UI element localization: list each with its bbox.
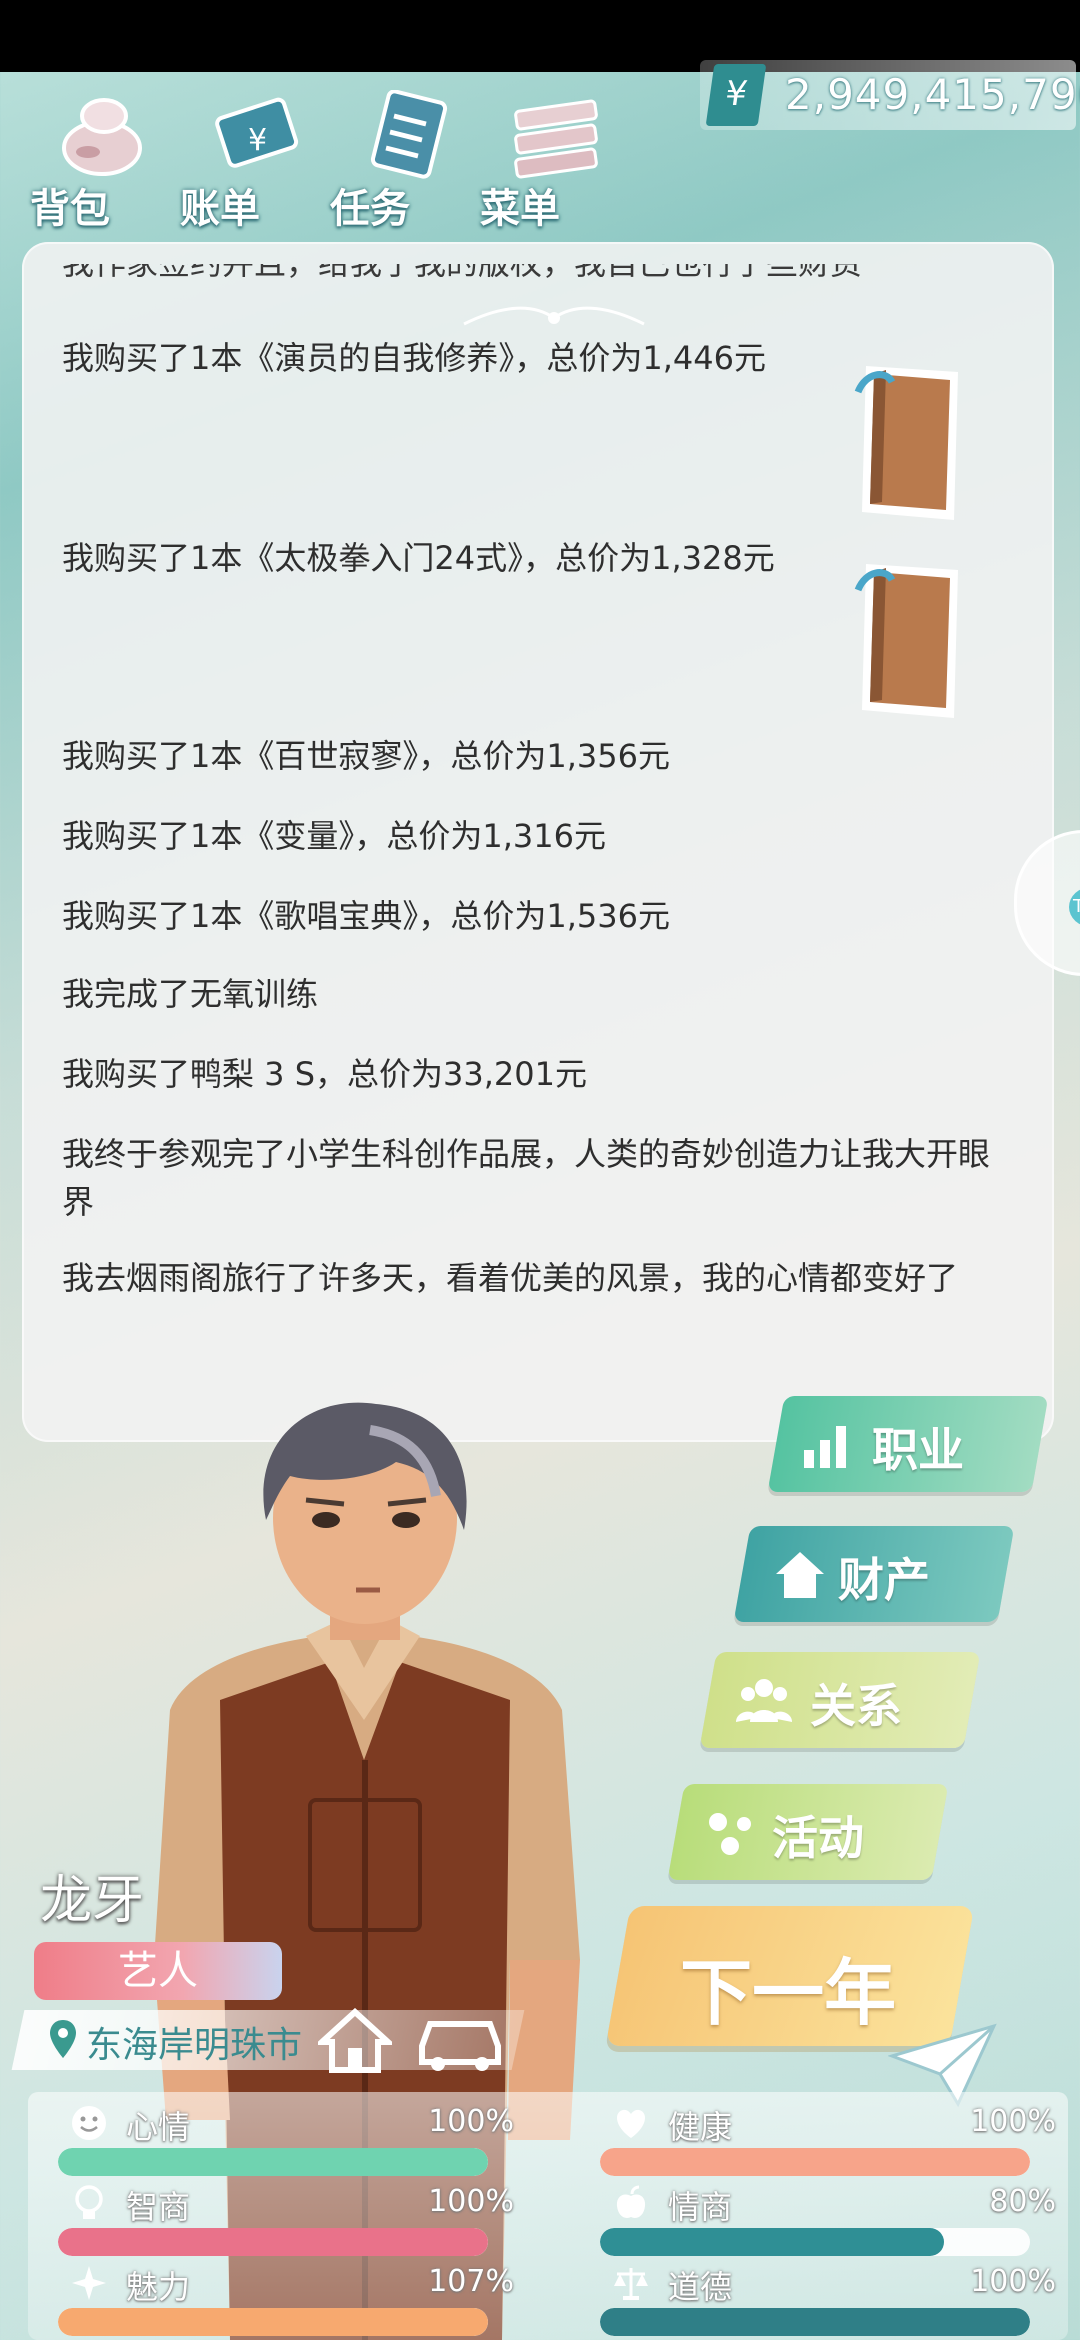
bill-icon: ¥ [215, 97, 299, 168]
log-entry: 我完成了无氧训练 [62, 975, 319, 1013]
home-icon[interactable] [318, 2008, 392, 2074]
activities-button[interactable]: 活动 [667, 1784, 949, 1880]
bulb-icon [75, 2185, 103, 2219]
stat-bar-fill [600, 2148, 1030, 2176]
stat-bar-track [600, 2228, 1030, 2256]
stat-bar-fill [58, 2308, 488, 2336]
log-entry: 我终于参观完了小学生科创作品展，人类的奇妙创造力让我大开眼界 [62, 1135, 991, 1221]
log-entry: 我去烟雨阁旅行了许多天，看着优美的风景，我的心情都变好了 [62, 1259, 959, 1297]
stat-bar-fill [600, 2228, 944, 2256]
log-entry: 我购买了1本《太极拳入门24式》，总价为1,328元 [62, 539, 775, 577]
nav-task-label: 任务 [330, 186, 410, 232]
people-icon [736, 1679, 792, 1722]
nav-bill-button[interactable]: ¥ 账单 [180, 78, 320, 232]
stat-bar-track [58, 2228, 488, 2256]
location-text: 东海岸明珠市 [86, 2025, 303, 2066]
apple-icon [616, 2185, 646, 2218]
book-icon [854, 366, 958, 520]
stat-bar-fill [600, 2308, 1030, 2336]
activities-label: 活动 [772, 1811, 864, 1865]
stat-bar-track [600, 2308, 1030, 2336]
nav-menu-button[interactable]: 菜单 [480, 78, 620, 232]
bag-icon [62, 98, 142, 176]
stat-bar-track [58, 2148, 488, 2176]
money-value: 2,949,415,796 [785, 70, 1080, 119]
assets-label: 财产 [838, 1553, 930, 1607]
heart-icon [617, 2109, 645, 2138]
log-entry: 我购买了1本《演员的自我修养》，总价为1,446元 [62, 339, 766, 377]
stat-bar-fill [58, 2148, 488, 2176]
stat-eq: 情商 80% [570, 2180, 1056, 2256]
nav-menu-label: 菜单 [480, 186, 560, 232]
task-icon [370, 90, 448, 179]
character-name: 龙牙 [40, 1871, 145, 1931]
scale-icon [614, 2268, 648, 2300]
stat-charm: 魅力 107% [28, 2260, 514, 2336]
nav-task-button[interactable]: 任务 [330, 78, 470, 232]
nav-bag-label: 背包 [30, 186, 110, 232]
event-log-panel[interactable]: 我作家签约并且，给我了我的版权，我自己也行了些财资 我购买了1本《演员的自我修养… [22, 242, 1054, 1442]
stat-morality: 道德 100% [570, 2260, 1056, 2336]
stat-health: 健康 100% [570, 2100, 1056, 2176]
log-entry: 我购买了1本《变量》，总价为1,316元 [62, 817, 606, 855]
nav-bag-button[interactable]: 背包 [30, 78, 170, 232]
menu-icon [514, 99, 598, 179]
currency-symbol: ¥ [705, 64, 767, 126]
bar-chart-icon [804, 1426, 846, 1468]
stat-mood: 心情 100% [28, 2100, 514, 2176]
stats-panel: 心情 100% 健康 100% 智商 100% 情商 80% 魅力 107% 道… [28, 2092, 1068, 2340]
ornament-divider-icon [463, 306, 645, 326]
house-icon [776, 1552, 824, 1598]
occupation-badge: 艺人 [34, 1942, 282, 2000]
log-entry: 我购买了1本《歌唱宝典》，总价为1,536元 [62, 897, 670, 935]
relations-button[interactable]: 关系 [699, 1652, 981, 1748]
stat-iq: 智商 100% [28, 2180, 514, 2256]
career-label: 职业 [872, 1423, 964, 1477]
activity-icon [709, 1813, 751, 1855]
log-entry: 我购买了鸭梨 3 S，总价为33,201元 [62, 1055, 587, 1093]
location-pin-icon [50, 2020, 76, 2058]
stat-bar-track [600, 2148, 1030, 2176]
sparkle-icon [72, 2266, 106, 2300]
svg-text:¥: ¥ [248, 123, 267, 158]
book-icon [854, 564, 958, 718]
nav-bill-label: 账单 [180, 186, 260, 232]
mood-icon [72, 2106, 106, 2140]
stat-bar-fill [58, 2228, 488, 2256]
assets-button[interactable]: 财产 [733, 1526, 1015, 1622]
car-icon[interactable] [414, 2006, 506, 2074]
stat-bar-track [58, 2308, 488, 2336]
log-entry-cut: 我作家签约并且，给我了我的版权，我自己也行了些财资 [62, 264, 1002, 288]
next-year-label: 下一年 [680, 1951, 897, 2035]
relations-label: 关系 [810, 1679, 902, 1733]
log-entry: 我购买了1本《百世寂寥》，总价为1,356元 [62, 737, 670, 775]
career-button[interactable]: 职业 [767, 1396, 1049, 1492]
